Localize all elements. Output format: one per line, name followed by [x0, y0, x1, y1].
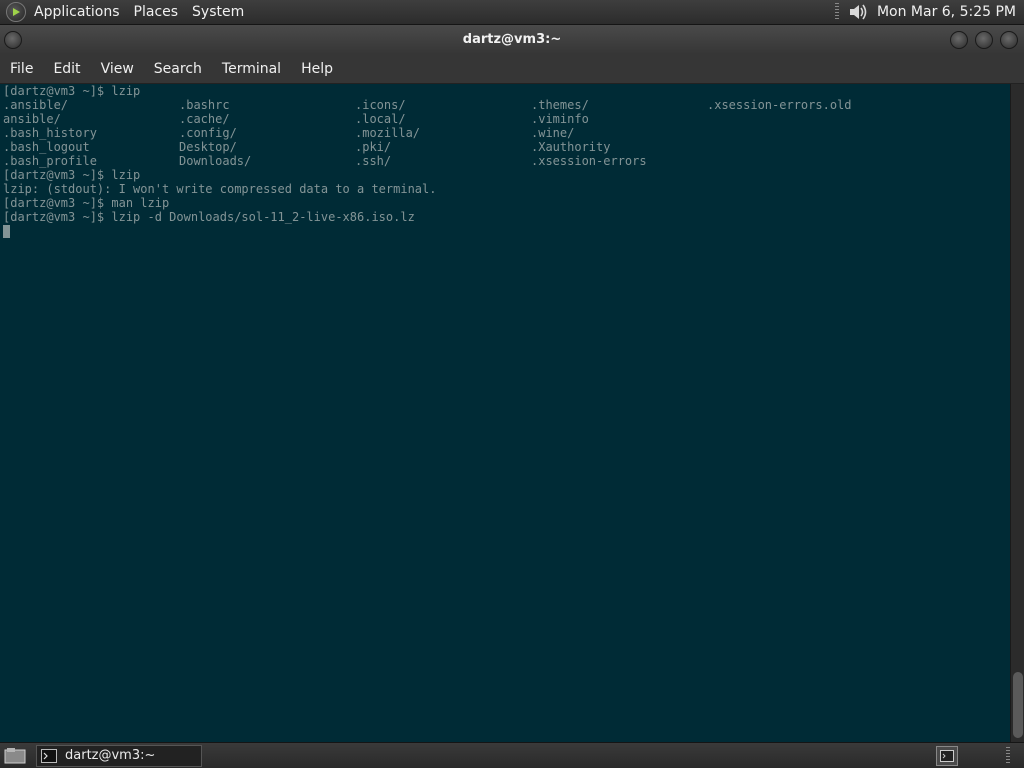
ls-entry: .ssh/	[355, 154, 392, 168]
ls-row: .bash_history .config/ .mozilla/ .wine/	[3, 126, 883, 140]
ls-entry: ansible/	[3, 112, 61, 126]
clock[interactable]: Mon Mar 6, 5:25 PM	[877, 4, 1016, 20]
system-menu[interactable]: System	[192, 4, 244, 20]
terminal-line: [dartz@vm3 ~]$ lzip	[3, 168, 141, 182]
menu-terminal[interactable]: Terminal	[212, 54, 291, 84]
terminal-menubar: File Edit View Search Terminal Help	[0, 54, 1024, 84]
terminal-line: [dartz@vm3 ~]$ lzip	[3, 84, 141, 98]
panel-drag-handle[interactable]	[1006, 747, 1010, 765]
terminal-line: [dartz@vm3 ~]$ man lzip	[3, 196, 170, 210]
minimize-button[interactable]	[950, 31, 968, 49]
top-panel: Applications Places System Mon Mar 6, 5:…	[0, 0, 1024, 25]
window-menu-button[interactable]	[4, 31, 22, 49]
ls-entry: .pki/	[355, 140, 392, 154]
distro-logo-icon[interactable]	[6, 2, 26, 22]
ls-entry: Downloads/	[179, 154, 252, 168]
window-titlebar[interactable]: dartz@vm3:~	[0, 25, 1024, 54]
maximize-button[interactable]	[975, 31, 993, 49]
workspace-switcher-icon[interactable]	[936, 746, 958, 766]
terminal-line: [dartz@vm3 ~]$ lzip -d Downloads/sol-11_…	[3, 210, 415, 224]
menu-edit[interactable]: Edit	[43, 54, 90, 84]
taskbar-window-label: dartz@vm3:~	[65, 748, 156, 763]
terminal-line: lzip: (stdout): I won't write compressed…	[3, 182, 437, 196]
ls-entry: .icons/	[355, 98, 406, 112]
ls-row: ansible/ .cache/ .local/ .viminfo	[3, 112, 883, 126]
ls-row: .bash_logout Desktop/ .pki/ .Xauthority	[3, 140, 883, 154]
ls-entry: .viminfo	[531, 112, 589, 126]
terminal-scrollbar[interactable]	[1010, 84, 1024, 742]
ls-entry	[707, 140, 883, 154]
ls-entry: .xsession-errors.old	[707, 98, 852, 112]
ls-entry: .wine/	[531, 126, 575, 140]
terminal-area[interactable]: [dartz@vm3 ~]$ lzip .ansible/ .bashrc .i…	[0, 84, 1010, 742]
ls-entry: .local/	[355, 112, 406, 126]
bottom-panel: dartz@vm3:~	[0, 742, 1024, 768]
terminal-cursor	[3, 225, 10, 238]
menu-file[interactable]: File	[0, 54, 43, 84]
ls-entry	[707, 126, 883, 140]
panel-drag-handle[interactable]	[834, 3, 839, 21]
ls-entry: .config/	[179, 126, 237, 140]
ls-entry: .ansible/	[3, 98, 69, 112]
window-title: dartz@vm3:~	[462, 32, 562, 47]
ls-entry: .Xauthority	[531, 140, 611, 154]
places-menu[interactable]: Places	[134, 4, 179, 20]
menu-view[interactable]: View	[91, 54, 144, 84]
ls-entry	[707, 112, 883, 126]
taskbar-window-button[interactable]: dartz@vm3:~	[36, 744, 202, 767]
show-desktop-icon[interactable]	[4, 747, 26, 765]
ls-entry: .bash_profile	[3, 154, 97, 168]
ls-entry: .bashrc	[179, 98, 230, 112]
ls-entry: .bash_history	[3, 126, 97, 140]
ls-entry: .themes/	[531, 98, 589, 112]
ls-entry: Desktop/	[179, 140, 237, 154]
scrollbar-thumb[interactable]	[1013, 672, 1023, 738]
ls-row: .ansible/ .bashrc .icons/ .themes/ .xses…	[3, 98, 883, 112]
ls-entry: .xsession-errors	[531, 154, 647, 168]
close-button[interactable]	[1000, 31, 1018, 49]
terminal-output: [dartz@vm3 ~]$ lzip .ansible/ .bashrc .i…	[3, 84, 883, 238]
menu-search[interactable]: Search	[144, 54, 212, 84]
volume-icon[interactable]	[847, 2, 869, 22]
menu-help[interactable]: Help	[291, 54, 343, 84]
ls-row: .bash_profile Downloads/ .ssh/ .xsession…	[3, 154, 883, 168]
applications-menu[interactable]: Applications	[34, 4, 120, 20]
ls-entry: .cache/	[179, 112, 230, 126]
ls-entry	[707, 154, 883, 168]
terminal-icon	[41, 748, 57, 763]
ls-entry: .bash_logout	[3, 140, 90, 154]
ls-entry: .mozilla/	[355, 126, 421, 140]
